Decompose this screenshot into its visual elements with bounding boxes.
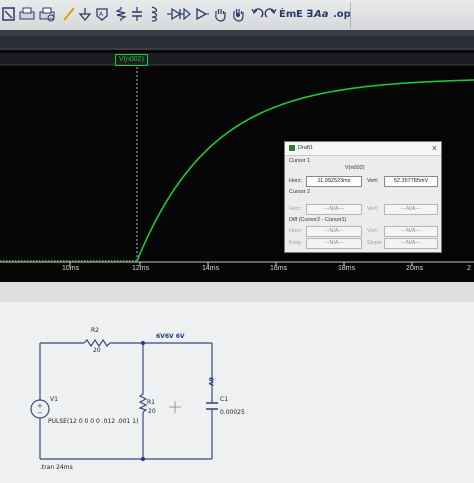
v1-name[interactable]: V1 [50,396,58,403]
tab-bar-inner [0,36,474,48]
slope-label: Slope: [367,240,383,246]
cursor-dialog[interactable]: Draft1 × Cursor 1 V(n002) Horz: 11.99252… [284,141,442,253]
schematic-canvas: + − [30,338,218,461]
c2-horz-label: Horz: [289,206,303,212]
resistor-icon[interactable] [115,4,127,24]
app-icon [289,145,295,151]
c2-vert-label: Vert: [367,206,379,212]
cursor2-label: Cursor 2 [289,189,311,195]
inductor-icon[interactable] [147,4,159,24]
cursor1-label: Cursor 1 [289,158,311,164]
dialog-title: Draft1 [298,145,313,151]
font-tool[interactable]: Aa [314,4,329,24]
cursor1-trace: V(n002) [345,165,365,171]
c1-value[interactable]: 0.00025 [220,409,245,416]
x-tick-label: 16ms [270,265,288,272]
diode-icon[interactable] [166,4,192,24]
undo-icon[interactable] [250,4,264,24]
horz-label: Horz: [289,178,303,184]
capacitor-icon[interactable] [130,4,144,24]
v1-value[interactable]: PULSE(12 0 0 0 0 .012 .001 1) [48,418,138,425]
slope-value[interactable]: ---N/A--- [384,238,438,249]
vert-value[interactable]: 52.357785mV [384,176,438,187]
redo-icon[interactable] [264,4,278,24]
text-tool[interactable]: Ėm [279,4,296,24]
svg-text:−: − [37,409,43,417]
drag-hand-icon[interactable] [230,4,246,24]
c2-horz-value[interactable]: ---N/A--- [306,204,362,215]
toolbar: A Ėm E ∃ Aa .op [0,0,474,31]
toolbar-divider [350,2,351,28]
horz-value[interactable]: 11.992523ms [306,176,362,187]
c2-vert-value[interactable]: ---N/A--- [384,204,438,215]
r1-name[interactable]: R1 [147,399,155,406]
freq-value[interactable]: ---N/A--- [306,238,362,249]
vert-label: Vert: [367,178,379,184]
print-icon[interactable] [18,4,36,24]
r2-value[interactable]: 20 [93,347,101,354]
x-tick-label: 10ms [62,265,80,272]
diff-label: Diff (Cursor2 - Cursor1) [289,217,347,223]
trace-label[interactable]: V(n002) [115,54,148,66]
x-tick-label: 18ms [338,265,356,272]
svg-text:A: A [99,11,104,18]
capacitor-voltage-label: 6V [206,377,214,386]
op-directive-tool[interactable]: .op [333,4,351,24]
close-icon[interactable]: × [432,143,437,153]
spice-directive-tool[interactable]: E ∃ [296,4,313,24]
component-icon[interactable] [194,4,210,24]
schematic-editor[interactable]: + − R2 20 6V6V 6V V1 PULSE(12 0 0 0 0 .0… [0,302,474,483]
freq-label: Freq: [289,240,302,246]
r1-value[interactable]: 20 [148,408,156,415]
label-net-icon[interactable]: A [94,4,110,24]
pane-separator[interactable] [0,282,474,302]
print-preview-icon[interactable] [38,4,56,24]
node-voltage-label: 6V6V 6V [156,333,185,340]
x-tick-label: 20ms [406,265,424,272]
x-tick-label: 14ms [202,265,220,272]
x-tick-label: 12ms [132,265,150,272]
zoom-area-icon[interactable] [2,4,16,24]
tran-directive[interactable]: .tran 24ms [40,464,73,471]
ground-icon[interactable] [78,4,92,24]
x-tick-label: 2 [467,265,471,272]
diff-vert-value[interactable]: ---N/A--- [384,226,438,237]
wire-icon[interactable] [62,4,76,24]
move-hand-icon[interactable] [212,4,228,24]
dialog-titlebar[interactable]: Draft1 × [285,142,441,156]
diff-vert-label: Vert: [367,228,379,234]
c1-name[interactable]: C1 [220,396,228,403]
r2-name[interactable]: R2 [91,327,99,334]
diff-horz-label: Horz: [289,228,303,234]
diff-horz-value[interactable]: ---N/A--- [306,226,362,237]
